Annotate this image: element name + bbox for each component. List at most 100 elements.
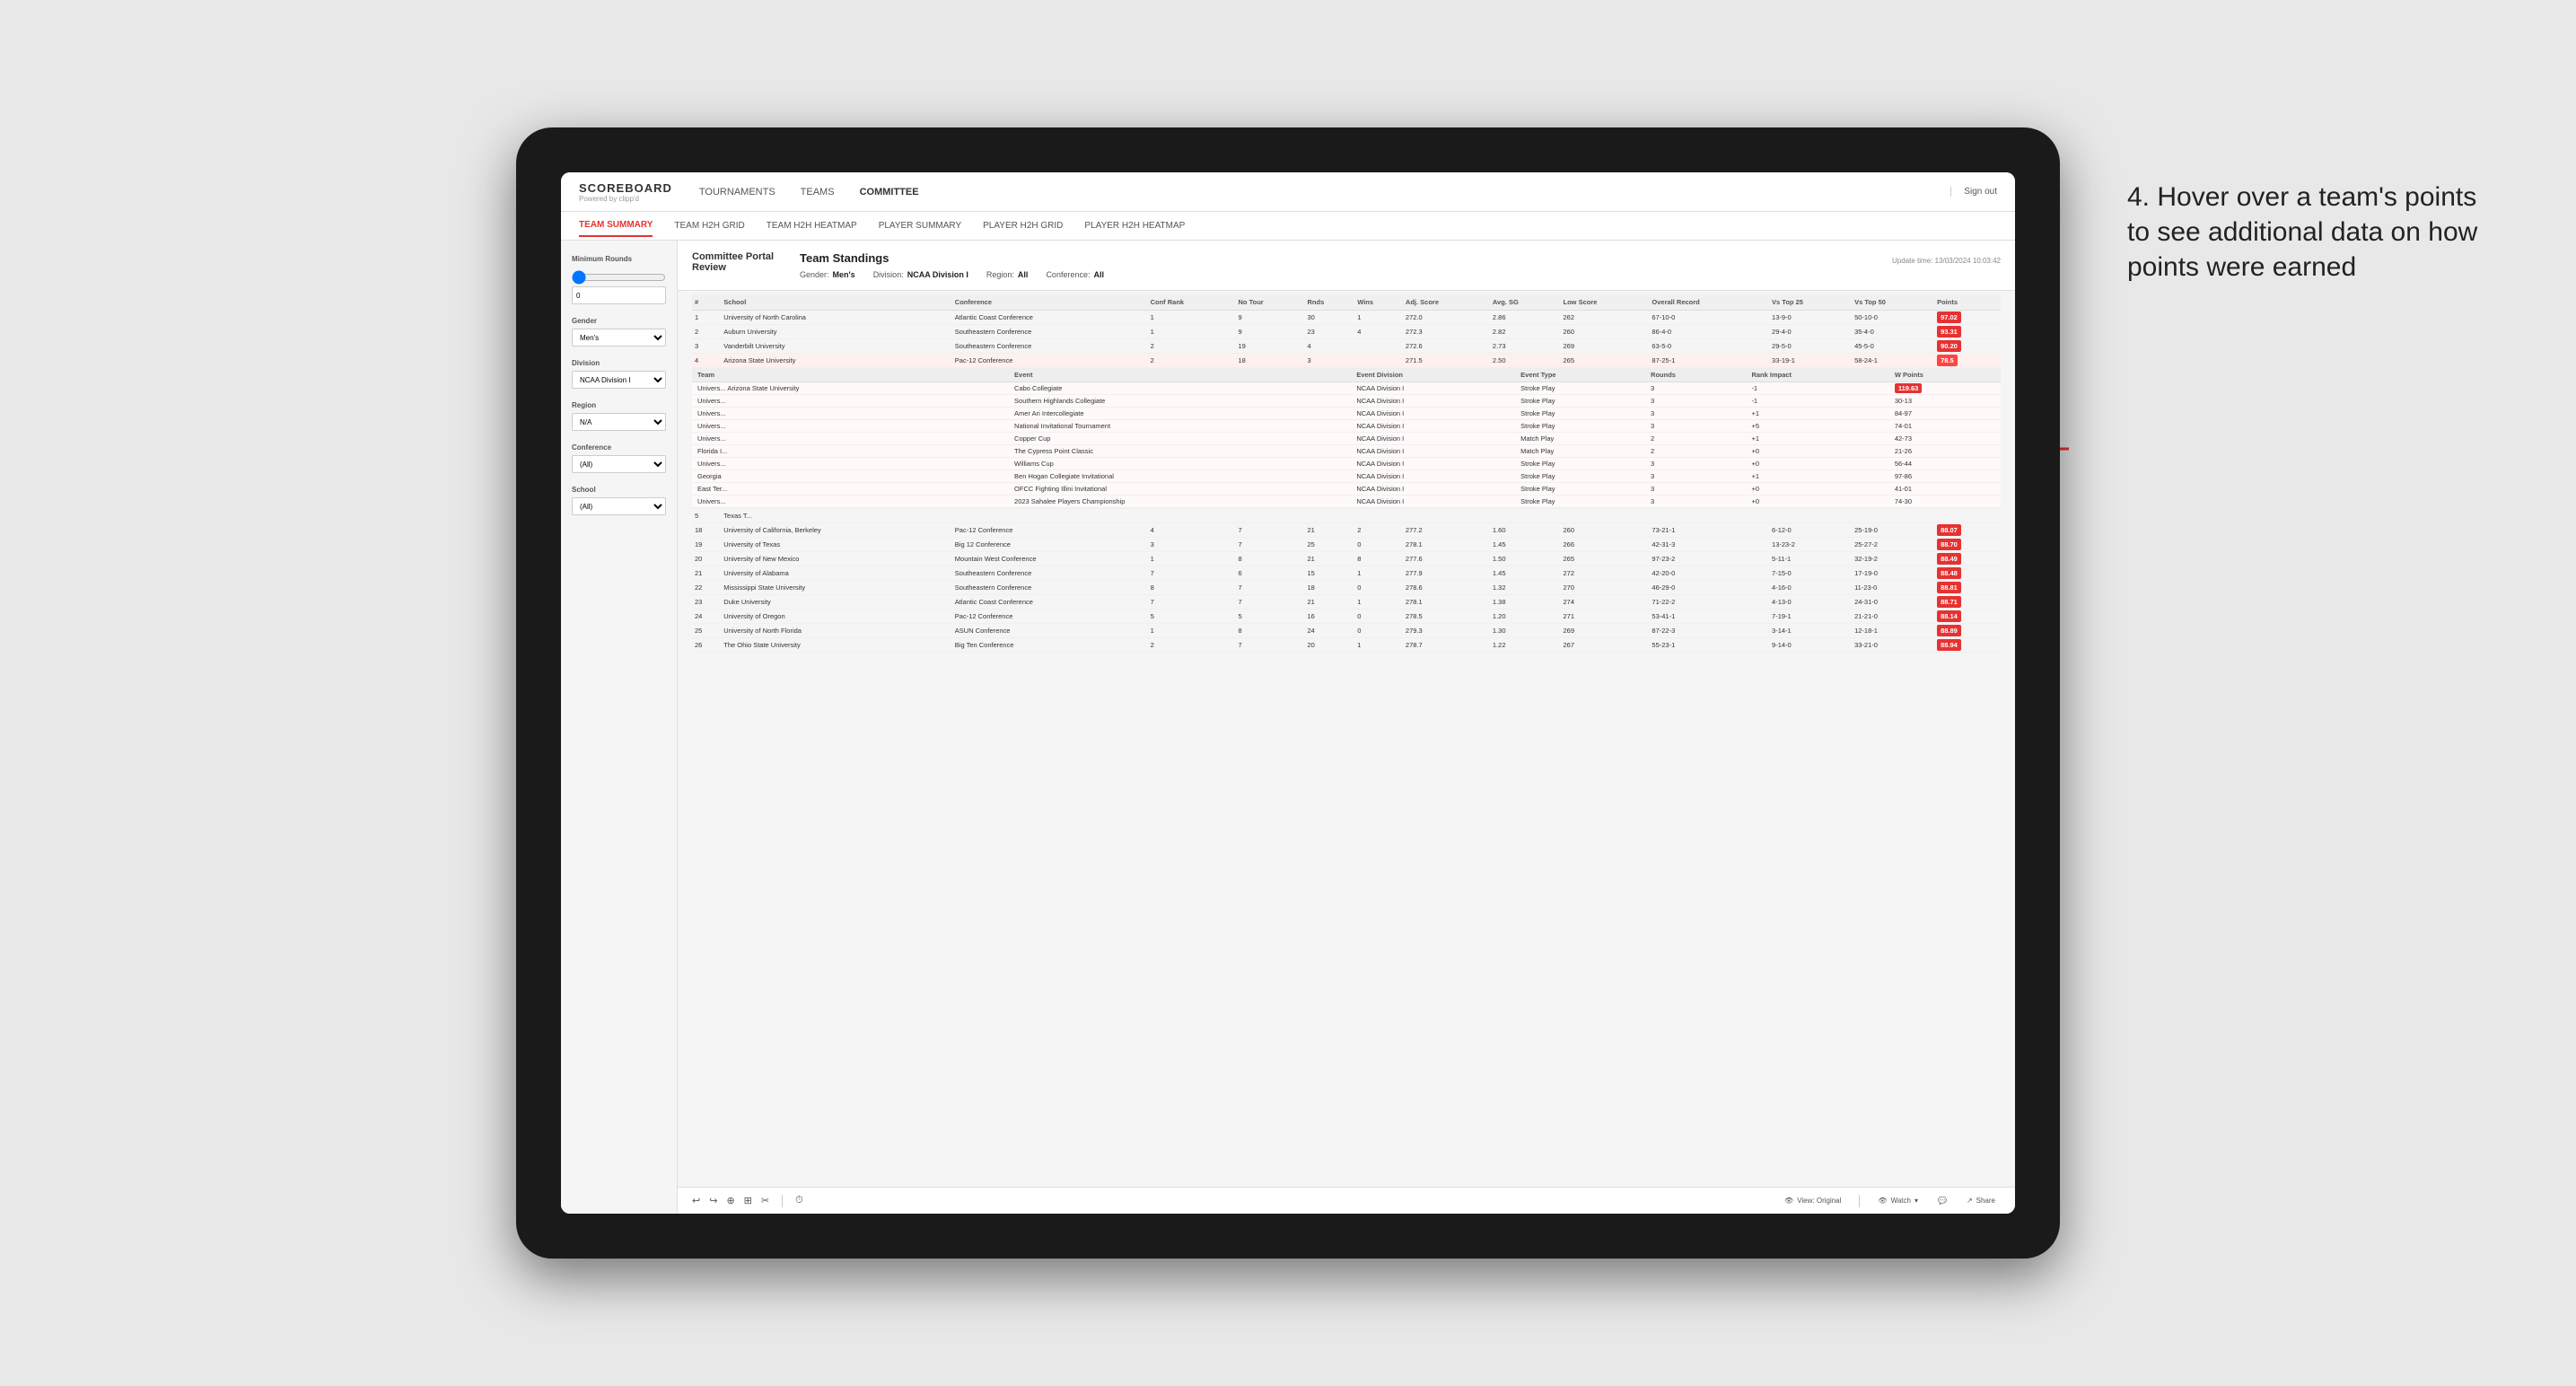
points-badge[interactable]: 93.31 <box>1937 326 1961 338</box>
division-select[interactable]: NCAA Division I NCAA Division II <box>572 371 666 389</box>
min-rounds-slider[interactable] <box>572 270 666 285</box>
tab-team-h2h-heatmap[interactable]: TEAM H2H HEATMAP <box>767 215 857 236</box>
crop-button[interactable]: ✂ <box>761 1195 769 1206</box>
tab-player-summary[interactable]: PLAYER SUMMARY <box>879 215 961 236</box>
cell-vs50: 58-24-1 <box>1852 354 1934 368</box>
exp-cell-event-type: Match Play <box>1515 433 1645 445</box>
table-row[interactable]: 4 Arizona State University Pac-12 Confer… <box>692 354 2001 368</box>
table-row[interactable]: 22 Mississippi State University Southeas… <box>692 581 2001 595</box>
expanded-table-row[interactable]: Univers... 2023 Sahalee Players Champion… <box>692 496 2001 508</box>
exp-cell-event-type: Stroke Play <box>1515 420 1645 433</box>
exp-cell-rounds: 2 <box>1645 445 1746 458</box>
cell-avg-sg: 2.82 <box>1490 325 1561 339</box>
cell-no-tour: 5 <box>1236 610 1305 624</box>
exp-col-rank-impact: Rank Impact <box>1746 368 1888 382</box>
region-select[interactable]: N/A All <box>572 413 666 431</box>
gender-select[interactable]: Men's Women's <box>572 329 666 346</box>
points-badge[interactable]: 88.71 <box>1937 596 1961 608</box>
cell-points[interactable]: 88.71 <box>1934 595 2001 610</box>
cell-points[interactable]: 97.02 <box>1934 311 2001 325</box>
table-row[interactable]: 23 Duke University Atlantic Coast Confer… <box>692 595 2001 610</box>
points-badge[interactable]: 90.20 <box>1937 340 1961 352</box>
expanded-table-row[interactable]: Univers... Amer Ari Intercollegiate NCAA… <box>692 408 2001 420</box>
cell-vs25: 29-5-0 <box>1769 339 1852 354</box>
table-row[interactable]: 1 University of North Carolina Atlantic … <box>692 311 2001 325</box>
cell-conf-rank: 8 <box>1148 581 1236 595</box>
cell-rank: 5 <box>692 509 721 523</box>
cell-overall: 87-22-3 <box>1649 624 1769 638</box>
school-select[interactable]: (All) <box>572 497 666 515</box>
cell-low-score: 269 <box>1561 339 1650 354</box>
tab-player-h2h-grid[interactable]: PLAYER H2H GRID <box>983 215 1063 236</box>
table-row[interactable]: 19 University of Texas Big 12 Conference… <box>692 538 2001 552</box>
share-button[interactable]: ↗ Share <box>1961 1195 2001 1206</box>
expanded-table-row[interactable]: Univers... National Invitational Tournam… <box>692 420 2001 433</box>
cell-no-tour: 18 <box>1236 354 1305 368</box>
expanded-table-row[interactable]: Univers... Copper Cup NCAA Division I Ma… <box>692 433 2001 445</box>
undo-button[interactable]: ↩ <box>692 1195 700 1206</box>
exp-cell-points: 119.63 <box>1889 382 2001 395</box>
cell-points[interactable]: 90.20 <box>1934 339 2001 354</box>
nav-tournaments[interactable]: TOURNAMENTS <box>699 183 775 201</box>
exp-cell-rank-impact: +0 <box>1746 483 1888 496</box>
tab-team-summary[interactable]: TEAM SUMMARY <box>579 215 653 237</box>
col-conf-rank: Conf Rank <box>1148 294 1236 311</box>
table-row[interactable]: 18 University of California, Berkeley Pa… <box>692 523 2001 538</box>
expanded-table-row[interactable]: East Ter... OFCC Fighting Illini Invitat… <box>692 483 2001 496</box>
table-row[interactable]: 26 The Ohio State University Big Ten Con… <box>692 638 2001 653</box>
points-badge[interactable]: 88.81 <box>1937 582 1961 593</box>
table-row[interactable]: 24 University of Oregon Pac-12 Conferenc… <box>692 610 2001 624</box>
expanded-table-row[interactable]: Georgia Ben Hogan Collegiate Invitationa… <box>692 470 2001 483</box>
points-badge[interactable]: 97.02 <box>1937 311 1961 323</box>
cell-vs25: 6-12-0 <box>1769 523 1852 538</box>
watch-button[interactable]: 👁 Watch ▾ <box>1872 1195 1923 1206</box>
grid-button[interactable]: ⊞ <box>744 1195 752 1206</box>
cell-points[interactable]: 88.07 <box>1934 523 2001 538</box>
expanded-table-row[interactable]: Florida I... The Cypress Point Classic N… <box>692 445 2001 458</box>
clock-button[interactable]: ⏱ <box>795 1195 803 1206</box>
cell-rnds: 4 <box>1304 339 1354 354</box>
view-original-button[interactable]: 👁 View: Original <box>1779 1195 1846 1206</box>
points-badge[interactable]: 88.94 <box>1937 639 1961 651</box>
min-rounds-input[interactable] <box>572 286 666 304</box>
cell-points[interactable]: 78.5 <box>1934 354 2001 368</box>
table-row[interactable]: 20 University of New Mexico Mountain Wes… <box>692 552 2001 566</box>
table-row[interactable]: 5 Texas T... <box>692 509 2001 523</box>
cell-conference: Southeastern Conference <box>952 325 1148 339</box>
expanded-table-row[interactable]: Univers... Arizona State University Cabo… <box>692 382 2001 395</box>
comment-button[interactable]: 💬 <box>1932 1195 1952 1206</box>
points-badge[interactable]: 88.89 <box>1937 625 1961 636</box>
nav-committee[interactable]: COMMITTEE <box>860 183 919 201</box>
sign-out-button[interactable]: Sign out <box>1950 187 1997 197</box>
expanded-table-row[interactable]: Univers... Williams Cup NCAA Division I … <box>692 458 2001 470</box>
conference-select[interactable]: (All) <box>572 455 666 473</box>
tab-team-h2h-grid[interactable]: TEAM H2H GRID <box>674 215 744 236</box>
cell-overall: 53-41-1 <box>1649 610 1769 624</box>
table-row[interactable]: 25 University of North Florida ASUN Conf… <box>692 624 2001 638</box>
cell-points[interactable]: 93.31 <box>1934 325 2001 339</box>
table-row[interactable]: 21 University of Alabama Southeastern Co… <box>692 566 2001 581</box>
points-badge[interactable]: 88.14 <box>1937 610 1961 622</box>
points-badge[interactable]: 88.48 <box>1937 567 1961 579</box>
points-badge[interactable]: 88.70 <box>1937 539 1961 550</box>
expanded-table-row[interactable]: Univers... Southern Highlands Collegiate… <box>692 395 2001 408</box>
points-badge-active[interactable]: 78.5 <box>1937 355 1958 366</box>
redo-button[interactable]: ↪ <box>709 1195 717 1206</box>
cell-points[interactable]: 88.94 <box>1934 638 2001 653</box>
conference-filter-value: All <box>1093 270 1104 279</box>
points-badge[interactable]: 88.07 <box>1937 524 1961 536</box>
zoom-button[interactable]: ⊕ <box>726 1195 734 1206</box>
cell-no-tour: 8 <box>1236 624 1305 638</box>
cell-points[interactable]: 88.48 <box>1934 566 2001 581</box>
points-badge[interactable]: 88.49 <box>1937 553 1961 565</box>
tab-player-h2h-heatmap[interactable]: PLAYER H2H HEATMAP <box>1084 215 1185 236</box>
nav-teams[interactable]: TEAMS <box>801 183 835 201</box>
cell-points[interactable]: 88.81 <box>1934 581 2001 595</box>
table-row[interactable]: 2 Auburn University Southeastern Confere… <box>692 325 2001 339</box>
cell-points[interactable]: 88.14 <box>1934 610 2001 624</box>
table-row[interactable]: 3 Vanderbilt University Southeastern Con… <box>692 339 2001 354</box>
cell-points[interactable]: 88.70 <box>1934 538 2001 552</box>
cell-points[interactable]: 88.49 <box>1934 552 2001 566</box>
cell-points[interactable]: 88.89 <box>1934 624 2001 638</box>
cell-low-score: 272 <box>1561 566 1650 581</box>
